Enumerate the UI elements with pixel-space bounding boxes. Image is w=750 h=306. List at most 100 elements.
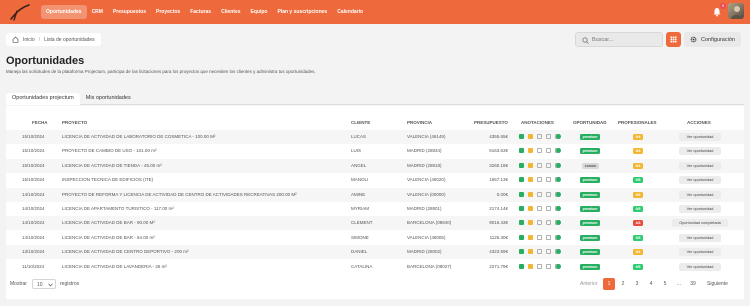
col-profesionales: PROFESIONALES bbox=[618, 120, 657, 125]
folder-icon[interactable] bbox=[528, 220, 533, 226]
page-button-2[interactable]: 2 bbox=[617, 278, 629, 290]
document-icon[interactable] bbox=[537, 134, 542, 139]
view-opportunity-button[interactable]: Ver oportunidad bbox=[679, 147, 721, 156]
cell-provincia: VALENCIA (46005) bbox=[407, 234, 446, 240]
note-icon[interactable] bbox=[519, 148, 524, 154]
table-row[interactable]: 13/10/2024 LICENCIA DE ACTIVIDAD DE CENTR… bbox=[6, 245, 744, 260]
grid-view-button[interactable] bbox=[666, 32, 681, 47]
page-button-39[interactable]: 39 bbox=[687, 278, 699, 290]
table-row[interactable]: 15/10/2024 INSPECCION TECNICA DE EDIFICIO… bbox=[6, 173, 744, 187]
page-button-5[interactable]: 5 bbox=[659, 278, 671, 290]
nav-item-presupuestos[interactable]: Presupuestos bbox=[108, 5, 151, 19]
status-dot-icon bbox=[556, 206, 561, 211]
chat-icon[interactable] bbox=[546, 249, 551, 255]
view-opportunity-button[interactable]: Ver oportunidad bbox=[679, 205, 721, 213]
view-opportunity-button[interactable]: Ver oportunidad bbox=[679, 248, 721, 257]
config-button[interactable]: Configuración bbox=[684, 32, 741, 47]
chat-icon[interactable] bbox=[546, 206, 551, 211]
note-icon[interactable] bbox=[519, 206, 524, 211]
breadcrumb-home[interactable]: Inicio bbox=[23, 37, 35, 43]
page-button-4[interactable]: 4 bbox=[645, 278, 657, 290]
nav-item-oportunidades[interactable]: Oportunidades bbox=[41, 5, 87, 19]
nav-item-plan-y-suscripciones[interactable]: Plan y suscripciones bbox=[272, 5, 332, 19]
nav-item-proyectos[interactable]: Proyectos bbox=[151, 5, 185, 19]
next-page-button[interactable]: Siguiente bbox=[707, 281, 728, 287]
document-icon[interactable] bbox=[537, 263, 542, 269]
note-icon[interactable] bbox=[519, 177, 524, 183]
status-dot-icon bbox=[556, 220, 561, 226]
tab-oportunidades-projectum[interactable]: Oportunidades projectum bbox=[6, 93, 80, 105]
tab-bar: Oportunidades projectum Mis oportunidade… bbox=[6, 93, 744, 105]
view-opportunity-button[interactable]: Ver oportunidad bbox=[679, 161, 721, 170]
user-avatar[interactable] bbox=[728, 3, 744, 19]
note-icon[interactable] bbox=[519, 220, 524, 226]
note-icon[interactable] bbox=[519, 162, 524, 168]
table-row[interactable]: 15/10/2024 LICENCIA DE ACTIVIDAD DE LABOR… bbox=[6, 130, 744, 144]
note-icon[interactable] bbox=[519, 249, 524, 255]
folder-icon[interactable] bbox=[528, 206, 533, 211]
view-opportunity-button[interactable]: Ver oportunidad bbox=[679, 133, 721, 141]
opportunity-badge: premium bbox=[580, 148, 600, 155]
document-icon[interactable] bbox=[537, 177, 542, 183]
nav-item-equipo[interactable]: Equipo bbox=[246, 5, 273, 19]
nav-item-crm[interactable]: CRM bbox=[87, 5, 108, 19]
page-size-select[interactable]: 10 bbox=[32, 279, 56, 289]
table-row[interactable]: 15/10/2024 LICENCIA DE ACTIVIDAD DE TIEND… bbox=[6, 158, 744, 173]
document-icon[interactable] bbox=[537, 162, 542, 168]
view-opportunity-button[interactable]: Ver oportunidad bbox=[679, 262, 721, 271]
nav-item-clientes[interactable]: Clientes bbox=[216, 5, 245, 19]
document-icon[interactable] bbox=[537, 206, 542, 211]
chat-icon[interactable] bbox=[546, 134, 551, 139]
document-icon[interactable] bbox=[537, 220, 542, 226]
table-row[interactable]: 14/10/2024 LICENCIA DE APARTAMENTO TURIST… bbox=[6, 202, 744, 216]
table-row[interactable]: 11/10/2024 LICENCIA DE ACTIVIDAD DE LAVAN… bbox=[6, 260, 744, 274]
nav-item-calendario[interactable]: Calendario bbox=[332, 5, 368, 19]
folder-icon[interactable] bbox=[528, 263, 533, 269]
document-icon[interactable] bbox=[537, 148, 542, 154]
page-button-3[interactable]: 3 bbox=[631, 278, 643, 290]
table-row[interactable]: 14/10/2024 LICENCIA DE ACTIVIDAD DE BAR -… bbox=[6, 231, 744, 245]
note-icon[interactable] bbox=[519, 134, 524, 139]
document-icon[interactable] bbox=[537, 234, 542, 240]
chat-icon[interactable] bbox=[546, 177, 551, 183]
folder-icon[interactable] bbox=[528, 162, 533, 168]
cell-proyecto: LICENCIA DE ACTIVIDAD DE BAR - 64.00 m² bbox=[62, 234, 155, 240]
projectum-logo[interactable] bbox=[8, 3, 32, 21]
folder-icon[interactable] bbox=[528, 191, 533, 197]
chat-icon[interactable] bbox=[546, 234, 551, 240]
chat-icon[interactable] bbox=[546, 220, 551, 226]
document-icon[interactable] bbox=[537, 249, 542, 255]
folder-icon[interactable] bbox=[528, 249, 533, 255]
view-opportunity-button[interactable]: Ver oportunidad bbox=[679, 176, 721, 185]
professionals-badge: 0/4 bbox=[633, 134, 643, 140]
note-icon[interactable] bbox=[519, 191, 524, 197]
note-icon[interactable] bbox=[519, 263, 524, 269]
table-row[interactable]: 14/10/2024 LICENCIA DE ACTIVIDAD DE BAR -… bbox=[6, 216, 744, 231]
table-row[interactable]: 14/10/2024 PROYECTO DE REFORMA Y LICENCIA… bbox=[6, 187, 744, 202]
folder-icon[interactable] bbox=[528, 134, 533, 139]
cell-fecha: 14/10/2024 bbox=[22, 220, 45, 226]
folder-icon[interactable] bbox=[528, 148, 533, 154]
chat-icon[interactable] bbox=[546, 263, 551, 269]
chat-icon[interactable] bbox=[546, 148, 551, 154]
search-input[interactable] bbox=[592, 35, 658, 45]
home-icon[interactable] bbox=[12, 36, 19, 43]
document-icon[interactable] bbox=[537, 191, 542, 197]
professionals-badge: 0/5 bbox=[633, 177, 643, 184]
folder-icon[interactable] bbox=[528, 177, 533, 183]
view-opportunity-button[interactable]: Ver oportunidad bbox=[679, 190, 721, 199]
tab-mis-oportunidades[interactable]: Mis oportunidades bbox=[80, 93, 137, 105]
view-opportunity-button[interactable]: Ver oportunidad bbox=[679, 233, 721, 242]
chat-icon[interactable] bbox=[546, 162, 551, 168]
col-cliente: CLIENTE bbox=[351, 120, 371, 125]
folder-icon[interactable] bbox=[528, 234, 533, 240]
nav-item-facturas[interactable]: Facturas bbox=[185, 5, 216, 19]
chat-icon[interactable] bbox=[546, 191, 551, 197]
prev-page-button[interactable]: Anterior bbox=[580, 281, 598, 287]
opportunity-completed-button[interactable]: Oportunidad completada bbox=[672, 219, 728, 228]
table-row[interactable]: 15/10/2024 PROYECTO DE CAMBIO DE USO - 10… bbox=[6, 144, 744, 158]
opportunity-badge: premium bbox=[580, 206, 600, 212]
note-icon[interactable] bbox=[519, 234, 524, 240]
page-button-1[interactable]: 1 bbox=[603, 278, 615, 290]
cell-fecha: 15/10/2024 bbox=[22, 162, 45, 168]
